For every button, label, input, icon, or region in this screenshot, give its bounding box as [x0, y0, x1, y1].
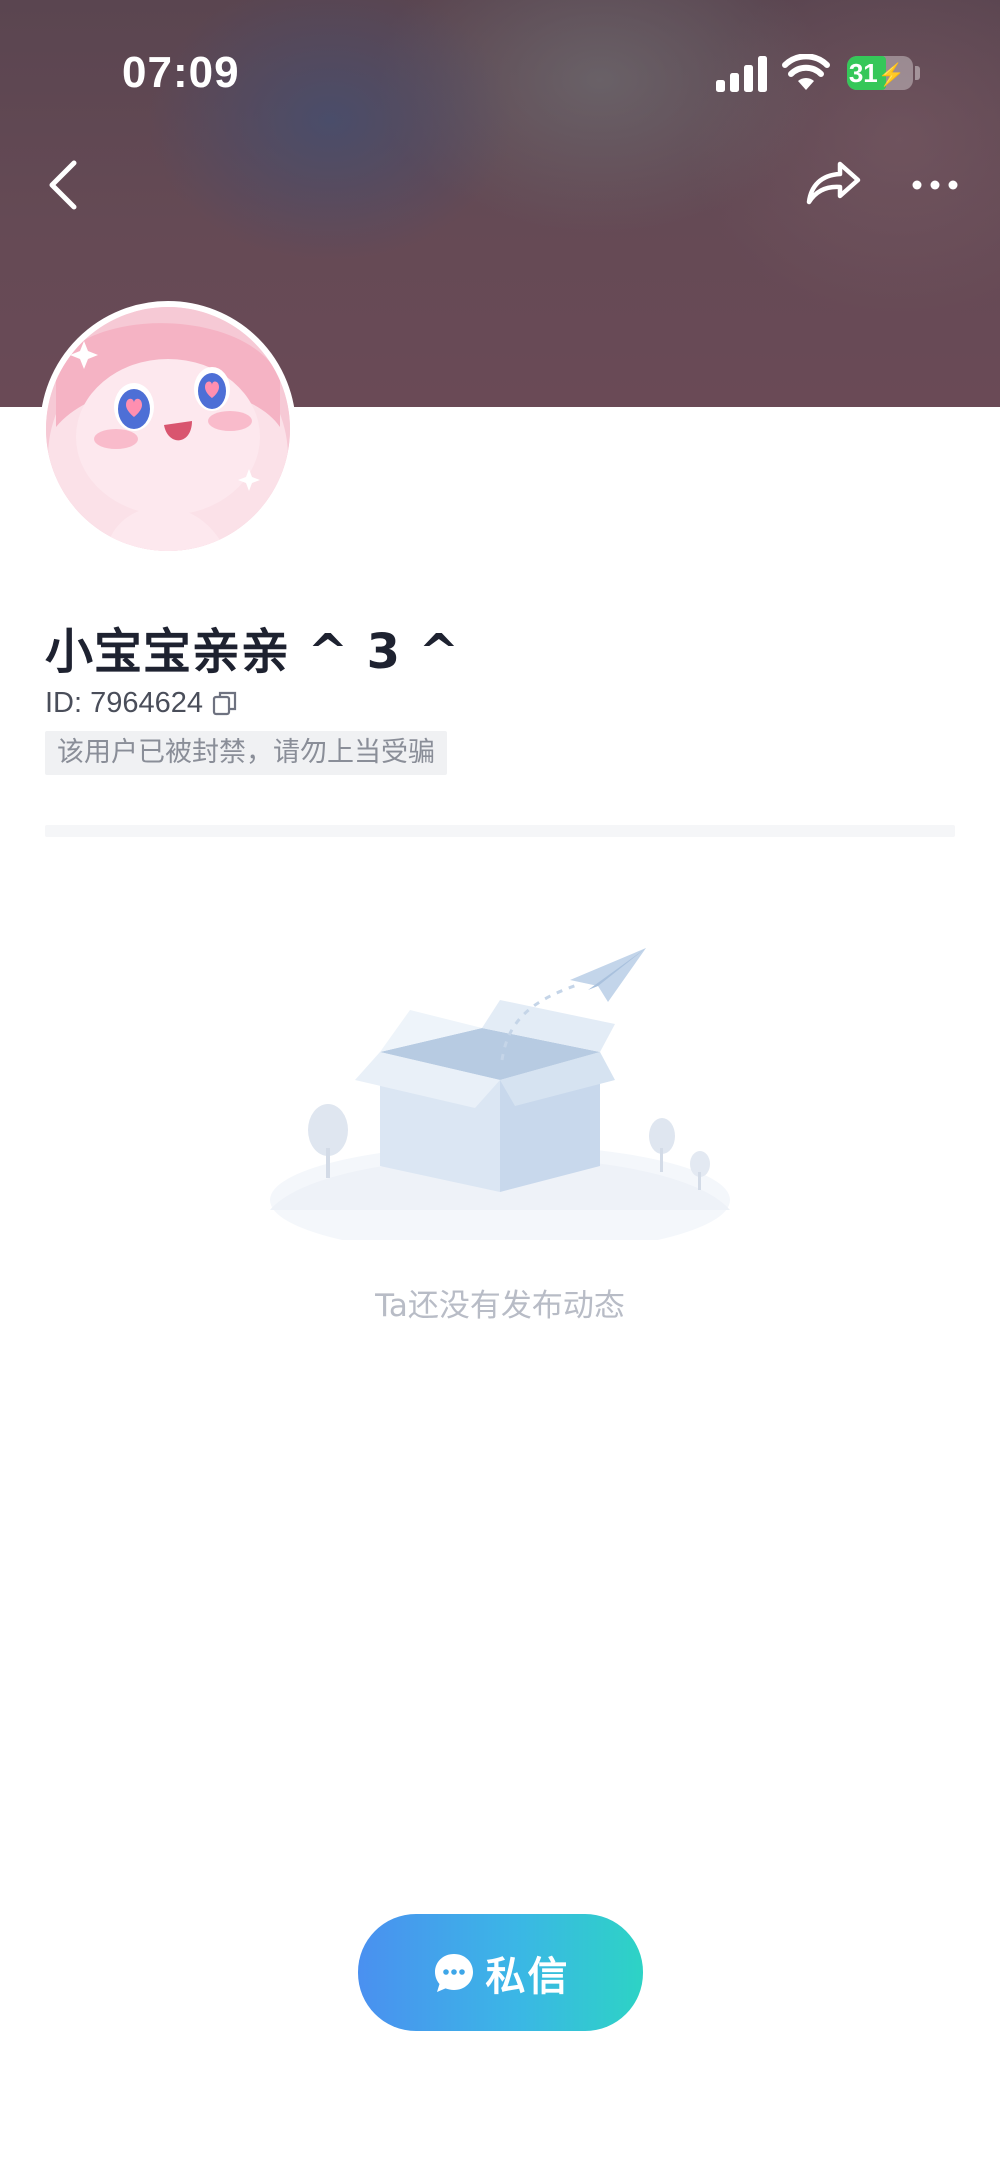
signal-icon	[716, 56, 767, 92]
more-icon[interactable]	[910, 165, 960, 205]
avatar[interactable]	[40, 301, 296, 557]
battery-cap	[915, 66, 920, 80]
empty-state-text: Ta还没有发布动态	[375, 1288, 625, 1324]
ban-notice-tag: 该用户已被封禁，请勿上当受骗	[45, 731, 447, 775]
private-message-label: 私信	[485, 1953, 570, 2000]
copy-icon[interactable]	[211, 689, 239, 717]
section-divider	[45, 825, 955, 837]
battery-percent: 31	[848, 58, 878, 88]
back-icon[interactable]	[40, 155, 90, 215]
share-icon[interactable]	[804, 158, 864, 208]
profile-name: 小宝宝亲亲 ^ 3 ^	[45, 624, 460, 680]
status-bar: 07:09 31⚡	[0, 0, 1000, 150]
wifi-icon	[782, 54, 830, 90]
status-time: 07:09	[122, 48, 240, 97]
empty-box-icon	[270, 948, 730, 1240]
charging-bolt-icon: ⚡	[877, 62, 906, 87]
private-message-button[interactable]: 私信	[358, 1914, 643, 2031]
chat-bubble-icon	[434, 1953, 473, 1992]
profile-id-row: ID: 7964624	[45, 685, 239, 721]
profile-id: ID: 7964624	[45, 686, 204, 719]
avatar-illustration	[46, 307, 290, 551]
battery-icon: 31⚡	[847, 56, 913, 90]
